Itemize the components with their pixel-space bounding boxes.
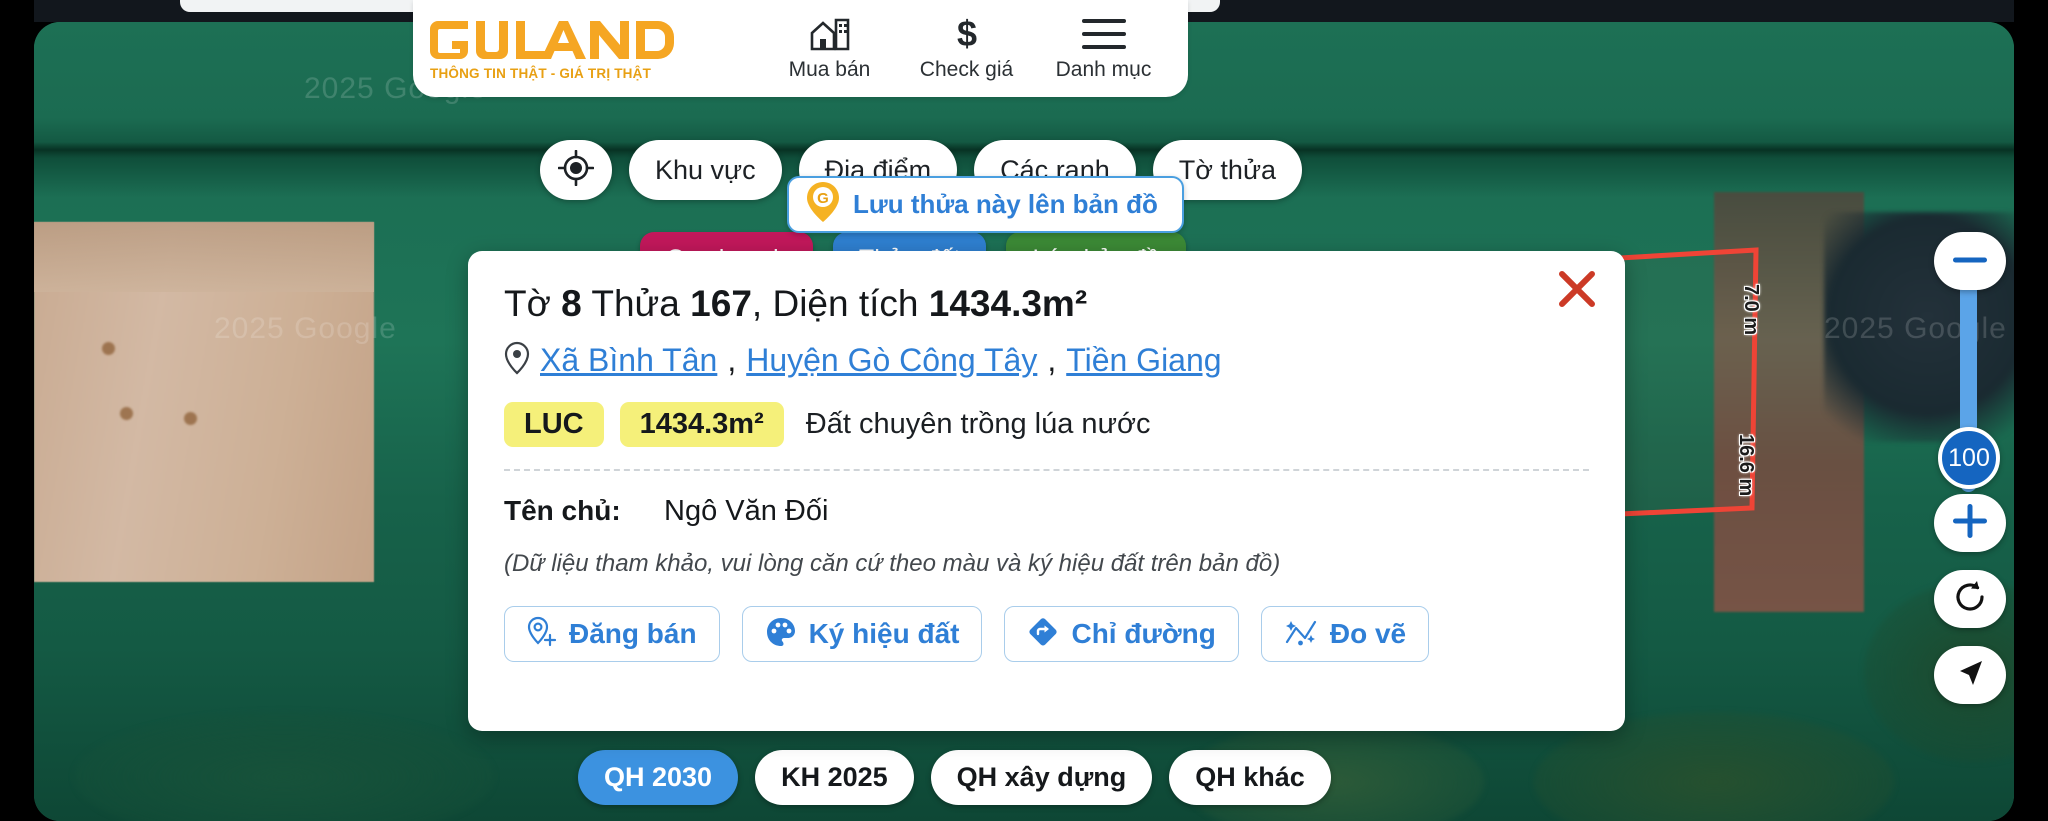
action-label: Đo vẽ <box>1329 618 1407 649</box>
card-action-bar: Đăng bán Ký hiệu đất Chỉ đường Đo vẽ <box>504 606 1589 662</box>
device-bezel-left <box>0 0 34 821</box>
header-nav: Mua bán $ Check giá Danh mục <box>761 15 1188 82</box>
close-x-icon[interactable] <box>1551 263 1603 315</box>
title-area-value: 1434.3m² <box>928 283 1088 324</box>
land-type-row: LUC 1434.3m² Đất chuyên trồng lúa nước <box>504 402 1589 447</box>
tab-kh-2025[interactable]: KH 2025 <box>755 750 914 805</box>
save-parcel-label: Lưu thửa này lên bản đồ <box>853 189 1158 219</box>
map-speckle <box>120 407 133 420</box>
divider <box>504 469 1589 471</box>
parcel-dimension-label: 7.0 m <box>1740 284 1762 336</box>
page-title: Tờ 8 Thửa 167, Diện tích 1434.3m² <box>504 283 1589 325</box>
map-bare-field-top <box>34 222 374 292</box>
map-pin-icon <box>504 341 530 380</box>
address-link-tinh[interactable]: Tiền Giang <box>1066 342 1221 379</box>
crosshair-locate-icon <box>557 149 595 191</box>
address-separator: , <box>727 342 737 378</box>
plus-icon <box>1953 503 1987 543</box>
app-screen: 2025 Google 2025 Google 2025 Google 7.0 … <box>0 0 2048 821</box>
measure-draw-icon <box>1284 616 1318 653</box>
address-link-huyen[interactable]: Huyện Gò Công Tây <box>746 342 1037 379</box>
navigation-arrow-icon <box>1954 657 1986 694</box>
minus-icon <box>1953 252 1987 270</box>
map-speckle <box>102 342 115 355</box>
directions-icon <box>1027 616 1059 653</box>
pin-plus-icon <box>527 616 557 653</box>
map-speckle <box>184 412 197 425</box>
address-separator: , <box>1047 342 1057 378</box>
owner-value: Ngô Văn Đối <box>664 495 829 527</box>
house-building-icon <box>810 15 850 53</box>
zoom-out-button[interactable] <box>1934 232 2006 290</box>
zoom-in-button[interactable] <box>1934 494 2006 552</box>
action-label: Đăng bán <box>569 618 697 649</box>
brand-logo[interactable]: THÔNG TIN THẬT - GIÁ TRỊ THẬT <box>413 17 703 81</box>
dollar-icon: $ <box>950 15 984 53</box>
owner-row: Tên chủ: Ngô Văn Đối <box>504 495 1589 528</box>
save-parcel-tooltip[interactable]: G Lưu thửa này lên bản đồ <box>787 176 1184 233</box>
nav-item-label: Check giá <box>919 58 1014 81</box>
filter-pill-khu-vuc[interactable]: Khu vực <box>629 140 782 200</box>
title-thua-label: Thửa <box>591 283 680 324</box>
zoom-level-handle[interactable]: 100 <box>1938 427 2000 489</box>
title-comma: , <box>751 283 763 324</box>
action-label: Chỉ đường <box>1071 618 1216 649</box>
map-plan-tabs: QH 2030 KH 2025 QH xây dựng QH khác <box>578 750 1331 805</box>
parcel-dimension-label: 16.6 m <box>1735 434 1757 497</box>
brand-tagline: THÔNG TIN THẬT - GIÁ TRỊ THẬT <box>430 65 652 81</box>
app-header: THÔNG TIN THẬT - GIÁ TRỊ THẬT Mua bán $ … <box>413 0 1188 97</box>
locate-me-button[interactable] <box>540 140 612 200</box>
nav-item-danh-muc[interactable]: Danh mục <box>1035 15 1172 82</box>
land-type-description: Đất chuyên trồng lúa nước <box>805 408 1151 440</box>
svg-text:G: G <box>817 190 829 207</box>
title-to-value: 8 <box>561 283 582 324</box>
breadcrumb: Xã Bình Tân , Huyện Gò Công Tây , Tiền G… <box>504 341 1589 380</box>
map-refresh-button[interactable] <box>1934 570 2006 628</box>
map-locate-button[interactable] <box>1934 646 2006 704</box>
do-ve-button[interactable]: Đo vẽ <box>1260 606 1430 662</box>
nav-item-mua-ban[interactable]: Mua bán <box>761 15 898 82</box>
nav-item-label: Mua bán <box>788 58 871 81</box>
chi-duong-button[interactable]: Chỉ đường <box>1004 606 1239 662</box>
title-to-label: Tờ <box>504 283 551 324</box>
device-bezel-right <box>2014 0 2048 821</box>
title-thua-value: 167 <box>690 283 752 324</box>
disclaimer-text: (Dữ liệu tham khảo, vui lòng căn cứ theo… <box>504 550 1281 577</box>
owner-label: Tên chủ: <box>504 495 621 526</box>
tab-qh-2030[interactable]: QH 2030 <box>578 750 739 805</box>
action-label: Ký hiệu đất <box>808 618 960 649</box>
svg-text:$: $ <box>956 15 976 53</box>
hamburger-menu-icon <box>1081 15 1126 53</box>
dang-ban-button[interactable]: Đăng bán <box>504 606 720 662</box>
nav-item-label: Danh mục <box>1055 58 1152 81</box>
parcel-info-card: Tờ 8 Thửa 167, Diện tích 1434.3m² Xã Bìn… <box>468 251 1625 731</box>
address-link-xa[interactable]: Xã Bình Tân <box>540 342 717 379</box>
tab-qh-khac[interactable]: QH khác <box>1169 750 1331 805</box>
ky-hieu-dat-button[interactable]: Ký hiệu đất <box>741 606 983 662</box>
brand-wordmark <box>430 17 703 63</box>
title-area-label: Diện tích <box>772 283 919 324</box>
guland-pin-icon: G <box>805 180 841 229</box>
status-badge-code: LUC <box>504 402 604 447</box>
tab-qh-xay-dung[interactable]: QH xây dựng <box>930 750 1153 805</box>
refresh-icon <box>1953 580 1987 619</box>
status-badge-area: 1434.3m² <box>619 402 784 447</box>
palette-icon <box>765 616 797 653</box>
nav-item-check-gia[interactable]: $ Check giá <box>898 15 1035 82</box>
